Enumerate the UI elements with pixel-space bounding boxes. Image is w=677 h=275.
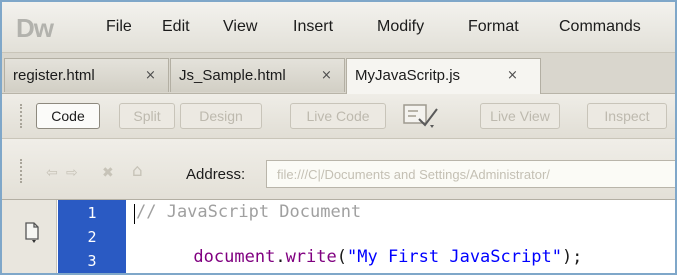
code-editor[interactable]: 1 2 3 // JavaScript Document document.wr… — [2, 200, 675, 273]
stop-icon[interactable]: ✖ — [102, 165, 114, 181]
line-number-gutter: 1 2 3 — [58, 200, 126, 273]
code-method: write — [285, 247, 337, 267]
back-icon[interactable]: ⇦ — [46, 165, 58, 181]
toolbar-grip — [20, 104, 26, 128]
tab-label: register.html — [13, 67, 95, 84]
toolbar-grip — [20, 159, 26, 183]
open-documents-icon[interactable] — [24, 222, 42, 244]
address-label: Address: — [186, 166, 246, 183]
text-cursor — [134, 204, 135, 224]
code-dot: . — [275, 247, 286, 267]
line-number: 3 — [87, 252, 97, 270]
design-view-button[interactable]: Design — [180, 103, 262, 129]
address-input[interactable]: file:///C|/Documents and Settings/Admini… — [266, 160, 675, 188]
code-close: ); — [561, 247, 583, 267]
tab-register-html[interactable]: register.html × — [4, 58, 169, 92]
menu-commands[interactable]: Commands — [559, 18, 641, 36]
tab-myjavascritp-js[interactable]: MyJavaScritp.js × — [346, 58, 541, 94]
coding-toolbar — [2, 200, 57, 273]
address-toolbar: ⇦ ⇨ ✖ ⌂ Address: file:///C|/Documents an… — [2, 139, 675, 200]
code-object: document — [193, 247, 276, 267]
close-icon[interactable]: × — [145, 68, 156, 83]
home-icon[interactable]: ⌂ — [132, 161, 143, 181]
line-number: 2 — [87, 228, 97, 246]
code-view-button[interactable]: Code — [36, 103, 100, 129]
menu-file[interactable]: File — [106, 18, 132, 36]
menu-view[interactable]: View — [223, 18, 257, 36]
dreamweaver-logo: Dw — [16, 13, 54, 43]
view-options-icon[interactable] — [402, 101, 440, 129]
live-view-button[interactable]: Live View — [480, 103, 560, 129]
line-number: 1 — [87, 204, 97, 222]
code-line-comment: // JavaScript Document — [136, 202, 362, 222]
tab-label: MyJavaScritp.js — [355, 67, 461, 84]
dreamweaver-window: Dw File Edit View Insert Modify Format C… — [0, 0, 677, 275]
document-toolbar: Code Split Design Live Code Live View In… — [2, 94, 675, 139]
inspect-button[interactable]: Inspect — [587, 103, 667, 129]
document-tab-bar: register.html × Js_Sample.html × MyJavaS… — [2, 53, 675, 94]
menu-insert[interactable]: Insert — [293, 18, 333, 36]
split-view-button[interactable]: Split — [119, 103, 175, 129]
code-line-write: document.write("My First JavaScript"); — [132, 227, 583, 273]
tab-js-sample-html[interactable]: Js_Sample.html × — [170, 58, 345, 92]
menu-format[interactable]: Format — [468, 18, 519, 36]
menu-edit[interactable]: Edit — [162, 18, 190, 36]
close-icon[interactable]: × — [321, 68, 332, 83]
code-open-paren: ( — [336, 247, 347, 267]
forward-icon[interactable]: ⇨ — [66, 165, 78, 181]
live-code-button[interactable]: Live Code — [290, 103, 386, 129]
tab-label: Js_Sample.html — [179, 67, 286, 84]
menu-modify[interactable]: Modify — [377, 18, 424, 36]
code-string: "My First JavaScript" — [347, 247, 562, 267]
menu-bar: Dw File Edit View Insert Modify Format C… — [2, 2, 675, 53]
close-icon[interactable]: × — [507, 68, 518, 83]
